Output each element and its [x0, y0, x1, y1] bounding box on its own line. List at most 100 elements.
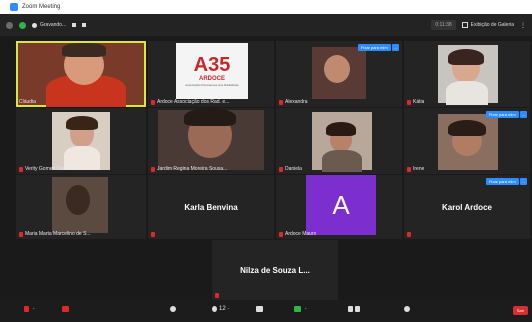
chevron-up-icon[interactable]: ⌃: [32, 307, 35, 312]
pin-button[interactable]: Fixar para mim: [485, 111, 519, 118]
participant-tile[interactable]: Karla Benvina: [148, 175, 274, 239]
video-off-icon: [62, 306, 69, 312]
pause-icon: [355, 306, 360, 312]
window-title: Zoom Meeting: [22, 4, 61, 10]
pause-icon[interactable]: [72, 23, 77, 27]
participant-video-face: [66, 185, 90, 215]
record-button[interactable]: [348, 306, 362, 312]
meeting-timer: 0:11:38: [431, 20, 456, 30]
participant-name-label: Kátia: [407, 99, 424, 105]
participant-tile[interactable]: Cláudia: [16, 41, 146, 107]
participant-video-hair: [66, 116, 98, 130]
audio-button[interactable]: ⌃: [24, 306, 35, 312]
video-button[interactable]: [62, 306, 71, 312]
participant-tile[interactable]: Fixar para mim ... Irene: [404, 108, 530, 174]
tile-more-button[interactable]: ...: [519, 111, 527, 118]
spotlight-menu[interactable]: Fixar para mim ...: [357, 44, 399, 51]
participant-name: Ardoce Mauro: [285, 231, 317, 237]
chat-button[interactable]: [256, 306, 265, 312]
reactions-button[interactable]: [404, 306, 412, 312]
participant-name: Verity Gomes Cândida R...: [25, 166, 85, 172]
participants-button[interactable]: 12 ⌃: [212, 306, 230, 312]
muted-mic-icon: [279, 166, 283, 172]
participant-name-label: Alexandra: [279, 99, 308, 105]
participant-name-label: Ardoce Mauro: [279, 231, 316, 237]
participant-name: Daniela: [285, 166, 302, 172]
share-screen-button[interactable]: ⌃: [294, 306, 307, 312]
recording-label: Gravando...: [40, 22, 67, 28]
participant-name-label: Daniela: [279, 166, 302, 172]
spotlight-menu[interactable]: Fixar para mim ...: [485, 111, 527, 118]
participant-tile[interactable]: Maria Marta Marcelino de S...: [16, 175, 146, 239]
participants-icon: [212, 306, 217, 312]
participant-tile[interactable]: Karol Ardoce Fixar para mim ...: [404, 175, 530, 239]
muted-mic-icon: [407, 232, 411, 237]
participant-tile[interactable]: Kátia: [404, 41, 530, 107]
participant-tile[interactable]: Jardim Regina Moreira Sousa...: [148, 108, 274, 174]
record-dot-icon: [32, 22, 37, 28]
meeting-info-icon[interactable]: [6, 21, 13, 29]
zoom-window: Zoom Meeting Gravando... 0:11:38 Exibiçã…: [0, 0, 532, 322]
participant-name-label: Irene: [407, 166, 424, 172]
muted-mic-icon: [279, 99, 283, 105]
spotlight-menu[interactable]: Fixar para mim ...: [485, 178, 527, 185]
participant-tile[interactable]: A Ardoce Mauro: [276, 175, 402, 239]
zoom-logo-icon: [10, 3, 18, 11]
participant-name: Irene: [413, 166, 425, 172]
participant-name: Kátia: [413, 99, 425, 105]
participant-video-body: [446, 81, 488, 105]
participant-tile[interactable]: Daniela: [276, 108, 402, 174]
share-screen-icon: [294, 306, 301, 312]
logo-subtitle: Associação Paranaense dos Radialistas: [185, 83, 239, 87]
participant-name-label: [151, 232, 157, 237]
recording-indicator[interactable]: Gravando...: [32, 22, 87, 28]
participant-name-label: Cláudia: [19, 99, 36, 105]
gallery-view-button[interactable]: Exibição de Galeria: [461, 22, 514, 28]
more-options-icon[interactable]: ⋮: [520, 22, 526, 29]
leave-button[interactable]: Sair: [512, 306, 528, 315]
participant-video-hair: [62, 43, 106, 57]
participant-video-face: [324, 55, 350, 83]
tile-more-button[interactable]: ...: [391, 44, 399, 51]
participant-name-label: Maria Marta Marcelino de S...: [19, 231, 91, 237]
participants-count: 12: [219, 306, 226, 312]
gallery-grid-icon: [461, 22, 468, 28]
chat-icon: [256, 306, 263, 312]
participant-name: Jardim Regina Moreira Sousa...: [157, 166, 228, 172]
smiley-icon: [404, 306, 410, 312]
participant-name-label: [215, 293, 221, 298]
participant-name: Ardoce Associação dos Rad. e...: [157, 99, 230, 105]
pin-button[interactable]: Fixar para mim: [357, 44, 391, 51]
participant-tile[interactable]: A35 ARDOCE Associação Paranaense dos Rad…: [148, 41, 274, 107]
participant-name: Maria Marta Marcelino de S...: [25, 231, 91, 237]
muted-mic-icon: [407, 166, 411, 172]
participant-tile[interactable]: Nilza de Souza L...: [212, 240, 338, 300]
participant-tile[interactable]: Fixar para mim ... Alexandra: [276, 41, 402, 107]
participant-avatar: A: [306, 175, 376, 235]
security-button[interactable]: [170, 306, 178, 312]
stop-icon[interactable]: [82, 23, 87, 27]
participant-video-hair: [448, 120, 486, 136]
muted-mic-icon: [279, 231, 283, 237]
muted-mic-icon: [24, 306, 29, 312]
participant-display-name: Nilza de Souza L...: [240, 265, 310, 275]
chevron-up-icon[interactable]: ⌃: [304, 307, 307, 312]
encryption-shield-icon[interactable]: [19, 21, 26, 29]
participant-video-hair: [326, 122, 356, 136]
gallery-view-label: Exibição de Galeria: [470, 22, 514, 28]
participant-name-label: [407, 232, 413, 237]
pin-button[interactable]: Fixar para mim: [485, 178, 519, 185]
logo-text: ARDOCE: [198, 76, 225, 82]
muted-mic-icon: [151, 166, 155, 172]
participant-name-label: Ardoce Associação dos Rad. e...: [151, 99, 229, 105]
participant-tile[interactable]: Verity Gomes Cândida R...: [16, 108, 146, 174]
shield-icon: [170, 306, 176, 312]
tile-more-button[interactable]: ...: [519, 178, 527, 185]
window-title-bar: Zoom Meeting: [0, 0, 532, 14]
top-right-controls: 0:11:38 Exibição de Galeria ⋮: [431, 20, 526, 30]
muted-mic-icon: [19, 231, 23, 237]
meeting-toolbar: ⌃ 12 ⌃ ⌃ Sair: [0, 300, 532, 322]
muted-mic-icon: [407, 99, 411, 105]
chevron-up-icon[interactable]: ⌃: [227, 307, 230, 312]
participant-name-label: Verity Gomes Cândida R...: [19, 166, 84, 172]
